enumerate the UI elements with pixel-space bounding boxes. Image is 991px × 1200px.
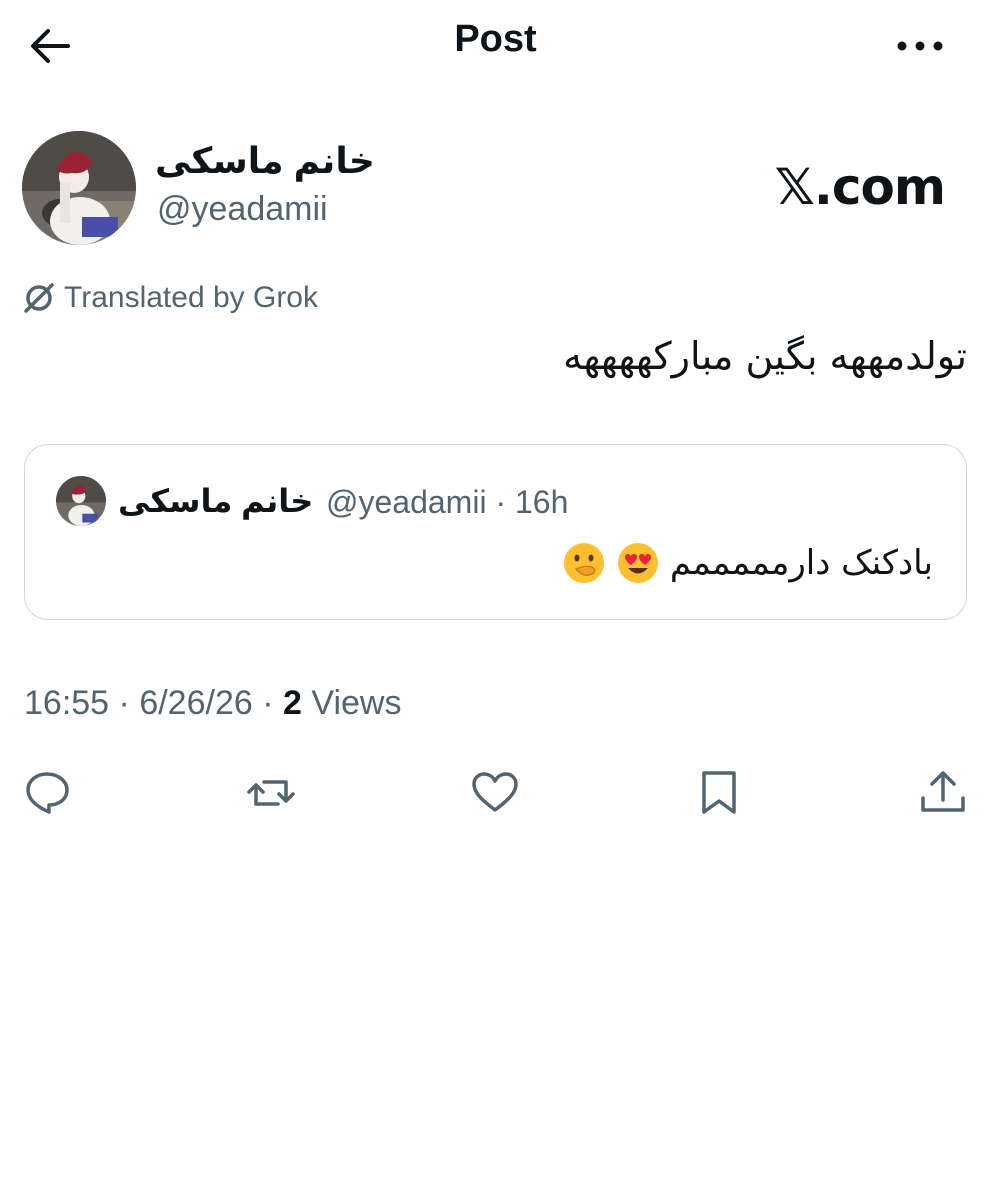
quoted-post-card[interactable] — [24, 444, 967, 620]
more-horizontal-icon — [897, 41, 943, 51]
bookmark-button[interactable] — [694, 768, 744, 818]
translation-badge[interactable]: Translated by Grok — [22, 278, 318, 318]
views-label: Views — [311, 684, 402, 722]
like-button[interactable] — [470, 768, 520, 818]
page-title: Post — [454, 18, 537, 60]
quote-author-name: خانم ماسکی — [118, 483, 314, 519]
share-icon — [921, 771, 965, 812]
face-with-hand-over-mouth-icon — [563, 543, 604, 583]
quote-avatar[interactable] — [56, 476, 106, 526]
avatar[interactable] — [22, 131, 136, 245]
views-count: 2 — [283, 684, 302, 722]
bookmark-icon — [702, 771, 736, 814]
share-button[interactable] — [918, 768, 968, 818]
quote-text: بادکنک دارمممممم — [669, 543, 933, 583]
author-handle[interactable]: @yeadamii — [157, 190, 328, 229]
reply-icon — [26, 772, 69, 814]
post-date: 6/26/26 — [139, 684, 253, 722]
more-button[interactable] — [890, 28, 950, 64]
translation-label: Translated by Grok — [64, 281, 318, 314]
quote-meta: @yeadamii · 16h — [326, 484, 569, 520]
author-name[interactable]: خانم ماسکی — [155, 140, 375, 182]
brand-watermark: 𝕏.com — [774, 158, 946, 216]
post-meta: 16:55 · 6/26/26 · 2 Views — [24, 684, 402, 722]
repost-button[interactable] — [246, 768, 296, 818]
like-icon — [472, 772, 518, 812]
grok-icon — [24, 283, 54, 313]
reply-button[interactable] — [22, 768, 72, 818]
post-text: تولدمههه بگین مبارکههههه — [563, 334, 967, 378]
heart-eyes-emoji-icon — [617, 543, 658, 583]
quote-text-row: بادکنک دارمممممم — [562, 541, 933, 585]
repost-icon — [247, 780, 295, 806]
post-time: 16:55 — [24, 684, 110, 722]
